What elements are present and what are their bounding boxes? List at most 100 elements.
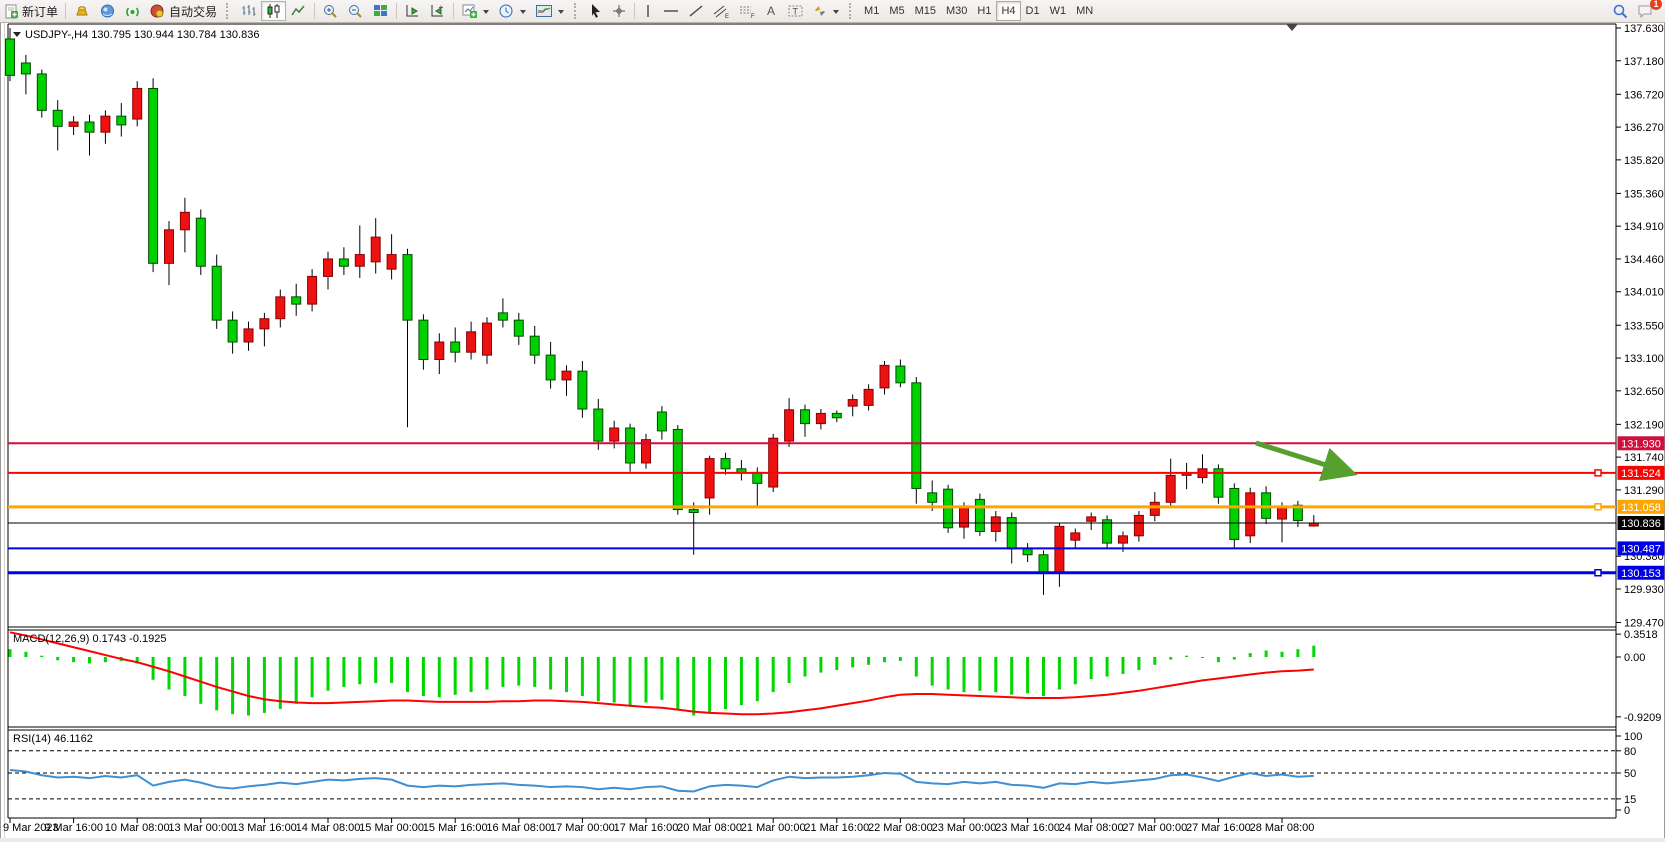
vertical-line-icon xyxy=(642,3,654,19)
horizontal-line-tool-button[interactable] xyxy=(658,1,684,21)
autotrading-button[interactable]: 自动交易 xyxy=(145,1,221,21)
timeframe-button-H4[interactable]: H4 xyxy=(996,1,1020,21)
bar-chart-mode-button[interactable] xyxy=(236,1,261,21)
timeframe-button-D1[interactable]: D1 xyxy=(1021,1,1045,21)
template-button[interactable] xyxy=(531,1,569,21)
status-strip xyxy=(0,838,1665,842)
time-axis-label: 17 Mar 00:00 xyxy=(550,822,615,834)
tile-windows-button[interactable] xyxy=(368,1,393,21)
price-tick-label: 132.650 xyxy=(1624,386,1664,398)
crosshair-icon xyxy=(611,3,627,19)
rsi-indicator-label: RSI(14) 46.1162 xyxy=(13,733,93,745)
timeframe-button-M1[interactable]: M1 xyxy=(859,1,884,21)
crosshair-tool-button[interactable] xyxy=(607,1,631,21)
candlestick-icon xyxy=(265,3,282,19)
trendline-tool-button[interactable] xyxy=(684,1,708,21)
time-axis-label: 13 Mar 00:00 xyxy=(168,822,233,834)
timeframe-button-M5[interactable]: M5 xyxy=(884,1,909,21)
price-tick-label: 134.460 xyxy=(1624,254,1664,266)
zoom-in-button[interactable] xyxy=(318,1,343,21)
time-axis-label: 17 Mar 16:00 xyxy=(614,822,679,834)
timeframe-button-H1[interactable]: H1 xyxy=(972,1,996,21)
timeframe-button-M30[interactable]: M30 xyxy=(941,1,972,21)
toolbar-grip[interactable] xyxy=(574,3,580,19)
fibonacci-tool-button[interactable]: F xyxy=(734,1,760,21)
time-axis-label: 9 Mar 16:00 xyxy=(44,822,103,834)
community-icon xyxy=(99,3,116,19)
time-axis-label: 21 Mar 16:00 xyxy=(804,822,869,834)
community-button[interactable] xyxy=(95,1,120,21)
time-axis-label: 14 Mar 08:00 xyxy=(296,822,361,834)
svg-text:131.930: 131.930 xyxy=(1621,438,1661,450)
chart-canvas[interactable]: 137.630137.180136.720136.270135.820135.3… xyxy=(0,0,1665,842)
new-order-icon xyxy=(4,4,19,19)
price-tick-label: 131.740 xyxy=(1624,452,1664,464)
text-label-tool-button[interactable]: T xyxy=(783,1,808,21)
zoom-out-button[interactable] xyxy=(343,1,368,21)
rsi-axis-label: 0 xyxy=(1624,805,1630,817)
price-tick-label: 129.930 xyxy=(1624,584,1664,596)
new-chart-icon xyxy=(461,3,478,19)
cursor-icon xyxy=(588,3,603,19)
autoscroll-button[interactable] xyxy=(400,1,425,21)
time-axis-label: 27 Mar 16:00 xyxy=(1186,822,1251,834)
signal-button[interactable] xyxy=(120,1,145,21)
price-tick-label: 137.630 xyxy=(1624,23,1664,35)
price-tick-label: 135.820 xyxy=(1624,155,1664,167)
chart-symbol-title[interactable]: USDJPY-,H4 130.795 130.944 130.784 130.8… xyxy=(13,28,259,41)
toolbar-grip[interactable] xyxy=(849,3,855,19)
time-axis-label: 16 Mar 08:00 xyxy=(486,822,551,834)
timeframe-button-W1[interactable]: W1 xyxy=(1045,1,1072,21)
line-chart-mode-button[interactable] xyxy=(286,1,311,21)
cursor-tool-button[interactable] xyxy=(584,1,607,21)
chart-shift-button[interactable] xyxy=(425,1,450,21)
period-button[interactable] xyxy=(494,1,531,21)
svg-text:131.524: 131.524 xyxy=(1621,468,1661,480)
template-icon xyxy=(535,3,553,19)
gold-ingot-button[interactable] xyxy=(69,1,95,21)
rsi-axis-label: 80 xyxy=(1624,746,1636,758)
new-chart-button[interactable] xyxy=(457,1,494,21)
time-axis-label: 27 Mar 00:00 xyxy=(1122,822,1187,834)
price-tick-label: 131.290 xyxy=(1624,485,1664,497)
vertical-line-tool-button[interactable] xyxy=(638,1,658,21)
fibonacci-icon: F xyxy=(738,3,756,19)
equidistant-channel-tool-button[interactable]: E xyxy=(708,1,734,21)
text-icon: A xyxy=(764,3,779,19)
macd-axis-label: 0.3518 xyxy=(1624,629,1658,641)
toolbar-separator xyxy=(453,3,454,19)
notifications-button[interactable]: 1 xyxy=(1633,1,1659,21)
time-axis-label: 20 Mar 08:00 xyxy=(677,822,742,834)
svg-text:130.487: 130.487 xyxy=(1621,543,1661,555)
timeframe-button-M15[interactable]: M15 xyxy=(910,1,941,21)
svg-text:130.153: 130.153 xyxy=(1621,568,1661,580)
timeframe-button-MN[interactable]: MN xyxy=(1071,1,1098,21)
price-tick-label: 137.180 xyxy=(1624,56,1664,68)
autotrading-icon xyxy=(149,3,166,19)
dropdown-caret-icon xyxy=(520,10,526,17)
text-tool-button[interactable]: A xyxy=(760,1,783,21)
arrows-tool-button[interactable] xyxy=(808,1,844,21)
toolbar-separator xyxy=(314,3,315,19)
price-tick-label: 133.550 xyxy=(1624,320,1664,332)
clock-icon xyxy=(498,3,515,19)
horizontal-line-icon xyxy=(662,3,680,19)
dropdown-caret-icon xyxy=(833,10,839,17)
time-axis-label: 21 Mar 00:00 xyxy=(741,822,806,834)
chart-window[interactable]: 137.630137.180136.720136.270135.820135.3… xyxy=(0,0,1665,842)
candlestick-mode-button[interactable] xyxy=(261,1,286,21)
time-axis-label: 24 Mar 08:00 xyxy=(1059,822,1124,834)
autoscroll-icon xyxy=(404,3,421,19)
zoom-out-icon xyxy=(347,3,364,19)
new-order-button[interactable]: 新订单 xyxy=(0,1,62,21)
toolbar-separator xyxy=(396,3,397,19)
dropdown-caret-icon xyxy=(558,10,564,17)
svg-text:F: F xyxy=(751,14,755,19)
top-toolbar: 新订单 自动交易 xyxy=(0,0,1665,23)
toolbar-grip[interactable] xyxy=(226,3,232,19)
price-tick-label: 136.720 xyxy=(1624,89,1664,101)
search-button[interactable] xyxy=(1608,1,1633,21)
symbol-dropdown-caret[interactable] xyxy=(13,32,21,41)
arrows-icon xyxy=(812,3,828,19)
time-axis-label: 22 Mar 08:00 xyxy=(868,822,933,834)
